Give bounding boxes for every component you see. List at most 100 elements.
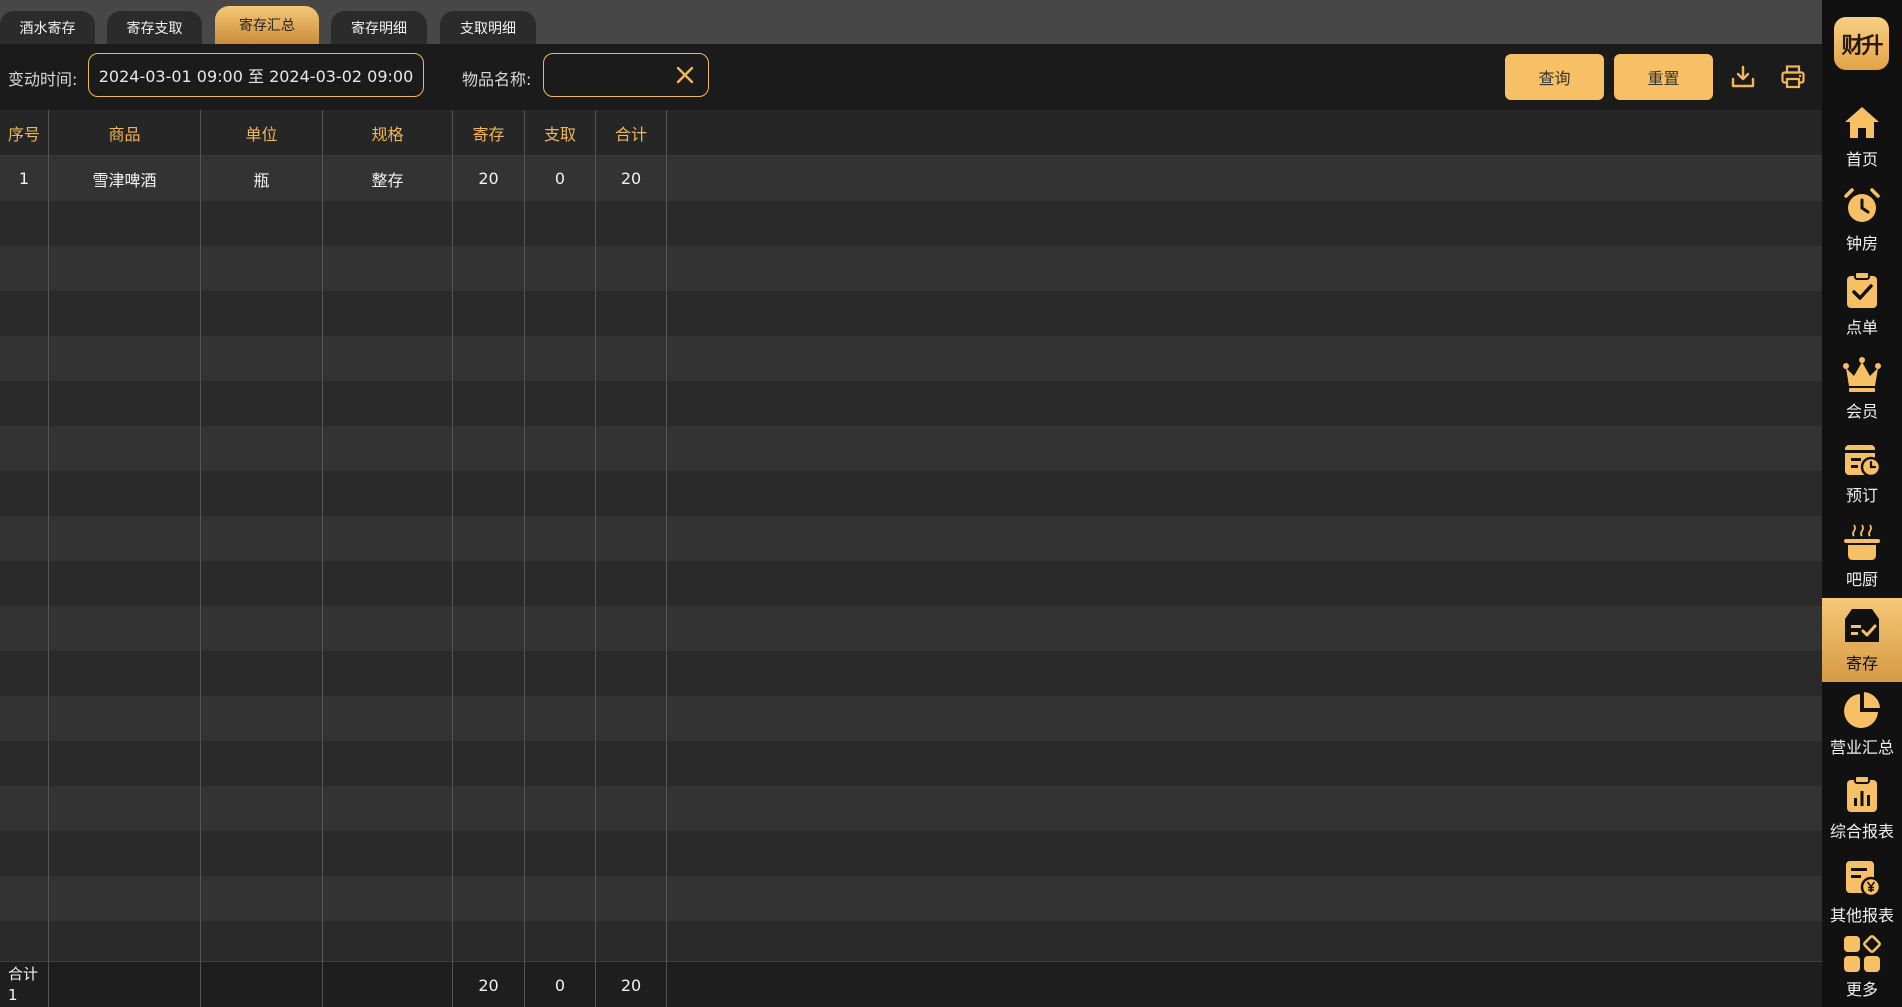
col-header-unit: 单位 bbox=[245, 125, 278, 144]
tab-bar: 酒水寄存 寄存支取 寄存汇总 寄存明细 支取明细 bbox=[0, 0, 1822, 44]
col-header-total: 合计 bbox=[614, 125, 647, 144]
cell-withdraw: 0 bbox=[554, 169, 566, 188]
table-row bbox=[0, 291, 1822, 336]
nav-item-label: 会员 bbox=[1845, 402, 1878, 421]
table-row bbox=[0, 426, 1822, 471]
nav-item-member[interactable]: 会员 bbox=[1822, 346, 1902, 430]
table-row bbox=[0, 741, 1822, 786]
nav-item-home[interactable]: 首页 bbox=[1822, 94, 1902, 178]
brand-logo[interactable]: 财升 bbox=[1834, 17, 1889, 70]
tab-deposit-withdraw[interactable]: 寄存支取 bbox=[107, 11, 202, 44]
bar-report-icon bbox=[1847, 775, 1877, 812]
nav-item-label: 综合报表 bbox=[1829, 822, 1894, 841]
table-row bbox=[0, 786, 1822, 831]
cell-index: 1 bbox=[18, 169, 30, 188]
cell-product: 雪津啤酒 bbox=[92, 170, 157, 190]
nav-item-reservation[interactable]: 预订 bbox=[1822, 430, 1902, 514]
footer-total-sum: 20 bbox=[620, 975, 642, 995]
nav-item-bar-kitchen[interactable]: 吧厨 bbox=[1822, 514, 1902, 598]
date-range-label: 变动时间: bbox=[8, 70, 78, 89]
cell-total: 20 bbox=[620, 169, 642, 188]
nav-item-label: 其他报表 bbox=[1829, 906, 1894, 925]
clear-icon[interactable] bbox=[676, 66, 694, 84]
column-divider bbox=[200, 110, 201, 1007]
footer-sum-text: 合计 bbox=[8, 965, 39, 983]
nav-item-business-summary[interactable]: 营业汇总 bbox=[1822, 682, 1902, 766]
col-header-spec: 规格 bbox=[371, 125, 404, 144]
column-divider bbox=[48, 110, 49, 1007]
nav-item-label: 吧厨 bbox=[1845, 570, 1878, 589]
nav-item-label: 更多 bbox=[1845, 980, 1878, 999]
table-footer: 合计 1 20 0 20 bbox=[0, 961, 1822, 1007]
table-row bbox=[0, 561, 1822, 606]
app-root: 酒水寄存 寄存支取 寄存汇总 寄存明细 支取明细 变动时间: 2024-03-0… bbox=[0, 0, 1902, 1007]
pie-chart-icon bbox=[1844, 692, 1880, 728]
footer-withdraw-sum: 0 bbox=[554, 975, 566, 995]
column-divider bbox=[524, 110, 525, 1007]
nav-item-storage[interactable]: 寄存 bbox=[1822, 598, 1902, 682]
table-row bbox=[0, 201, 1822, 246]
table-row bbox=[0, 876, 1822, 921]
table-row bbox=[0, 516, 1822, 561]
table-row bbox=[0, 471, 1822, 516]
item-name-input[interactable] bbox=[554, 62, 668, 90]
cell-deposit: 20 bbox=[478, 169, 499, 188]
nav-item-label: 首页 bbox=[1845, 150, 1878, 169]
item-name-field[interactable] bbox=[543, 53, 709, 97]
col-header-deposit: 寄存 bbox=[472, 125, 505, 144]
nav-item-label: 预订 bbox=[1845, 486, 1878, 505]
reset-button[interactable]: 重置 bbox=[1614, 54, 1713, 100]
print-icon[interactable] bbox=[1780, 64, 1806, 90]
table-row bbox=[0, 921, 1822, 966]
table-header: 序号 商品 单位 规格 寄存 支取 合计 bbox=[0, 110, 1822, 156]
column-divider bbox=[595, 110, 596, 1007]
col-header-index: 序号 bbox=[7, 125, 40, 144]
nav-item-general-report[interactable]: 综合报表 bbox=[1822, 766, 1902, 850]
footer-total-label: 合计 1 bbox=[8, 964, 38, 1006]
table-row bbox=[0, 696, 1822, 741]
tab-withdraw-detail[interactable]: 支取明细 bbox=[440, 11, 536, 44]
table-row bbox=[0, 606, 1822, 651]
col-header-withdraw: 支取 bbox=[543, 125, 576, 144]
table-row bbox=[0, 246, 1822, 291]
table-row bbox=[0, 831, 1822, 876]
filter-bar: 变动时间: 2024-03-01 09:00 至 2024-03-02 09:0… bbox=[0, 44, 1822, 110]
nav-item-more[interactable]: 更多 bbox=[1822, 928, 1902, 1007]
calendar-clock-icon bbox=[1845, 445, 1882, 478]
cell-unit: 瓶 bbox=[253, 170, 270, 190]
footer-deposit-sum: 20 bbox=[478, 975, 499, 995]
right-sidebar: 财升 首页 钟房 点单 会员 预订 吧厨 寄存 营业汇总 综合报表 其他报表 更… bbox=[1822, 0, 1902, 1007]
column-divider bbox=[452, 110, 453, 1007]
tab-deposit-detail[interactable]: 寄存明细 bbox=[331, 11, 427, 44]
query-button[interactable]: 查询 bbox=[1505, 54, 1604, 100]
cell-spec: 整存 bbox=[371, 170, 404, 190]
yuan-report-icon bbox=[1846, 861, 1882, 898]
table-row bbox=[0, 336, 1822, 381]
column-divider bbox=[322, 110, 323, 1007]
storage-box-icon bbox=[1845, 609, 1879, 642]
nav-item-label: 点单 bbox=[1845, 318, 1878, 337]
clipboard-check-icon bbox=[1847, 271, 1877, 308]
home-icon bbox=[1845, 107, 1879, 138]
cooking-pot-icon bbox=[1844, 524, 1880, 560]
table-row bbox=[0, 651, 1822, 696]
table-row bbox=[0, 381, 1822, 426]
download-icon[interactable] bbox=[1730, 64, 1756, 90]
summary-table: 1 雪津啤酒 瓶 整存 20 0 20 序号 商品 单位 规格 寄存 支取 合计 合计 1 … bbox=[0, 110, 1822, 1007]
footer-count: 1 bbox=[8, 986, 18, 1004]
item-name-label: 物品名称: bbox=[462, 70, 532, 89]
crown-icon bbox=[1843, 357, 1881, 392]
tab-deposit-summary[interactable]: 寄存汇总 bbox=[215, 6, 319, 44]
alarm-clock-icon bbox=[1844, 188, 1880, 222]
tab-drink-deposit[interactable]: 酒水寄存 bbox=[0, 11, 95, 44]
nav-item-label: 寄存 bbox=[1845, 654, 1878, 673]
nav-item-label: 钟房 bbox=[1845, 234, 1878, 253]
table-row[interactable]: 1 雪津啤酒 瓶 整存 20 0 20 bbox=[0, 156, 1822, 201]
col-header-product: 商品 bbox=[108, 125, 141, 144]
column-divider bbox=[666, 110, 667, 1007]
nav-item-other-report[interactable]: 其他报表 bbox=[1822, 850, 1902, 934]
nav-item-label: 营业汇总 bbox=[1829, 738, 1894, 757]
nav-item-order[interactable]: 点单 bbox=[1822, 262, 1902, 346]
date-range-input[interactable]: 2024-03-01 09:00 至 2024-03-02 09:00 bbox=[88, 53, 424, 97]
nav-item-clock-room[interactable]: 钟房 bbox=[1822, 178, 1902, 262]
